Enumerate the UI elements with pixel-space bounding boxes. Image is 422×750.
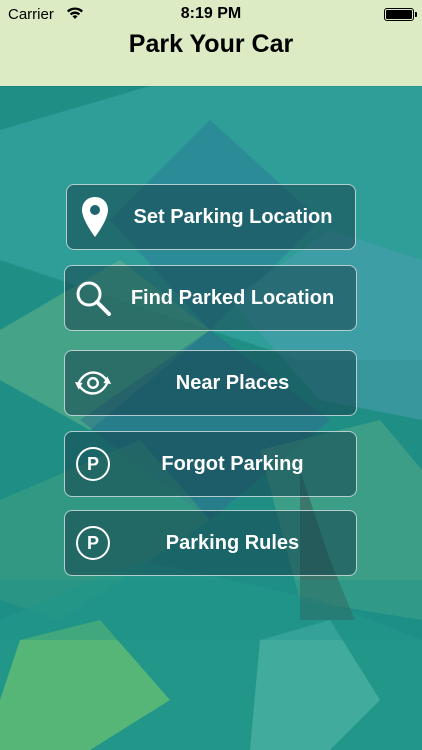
parking-p-icon: P <box>73 444 113 484</box>
menu-item-label: Forgot Parking <box>161 452 304 475</box>
top-bar: Carrier 8:19 PM Park Your Car <box>0 0 422 86</box>
menu-item-label: Find Parked Location <box>130 286 335 309</box>
find-parked-location-button[interactable]: Find Parked Location <box>64 265 357 331</box>
battery-icon <box>384 8 417 21</box>
menu-item-label: Set Parking Location <box>133 205 333 228</box>
set-parking-location-button[interactable]: Set Parking Location <box>66 184 356 250</box>
magnifier-icon <box>73 278 113 318</box>
parking-rules-button[interactable]: P Parking Rules <box>64 510 357 576</box>
menu-item-label: Parking Rules <box>165 531 300 554</box>
parking-p-icon: P <box>73 523 113 563</box>
location-pin-icon <box>75 197 115 237</box>
status-time: 8:19 PM <box>180 5 242 22</box>
status-bar: Carrier 8:19 PM <box>0 0 422 28</box>
parking-p-glyph: P <box>76 526 110 560</box>
forgot-parking-button[interactable]: P Forgot Parking <box>64 431 357 497</box>
menu-item-label: Near Places <box>175 371 290 394</box>
near-places-button[interactable]: Near Places <box>64 350 357 416</box>
parking-p-glyph: P <box>76 447 110 481</box>
eye-refresh-icon <box>73 363 113 403</box>
page-title: Park Your Car <box>128 30 294 58</box>
